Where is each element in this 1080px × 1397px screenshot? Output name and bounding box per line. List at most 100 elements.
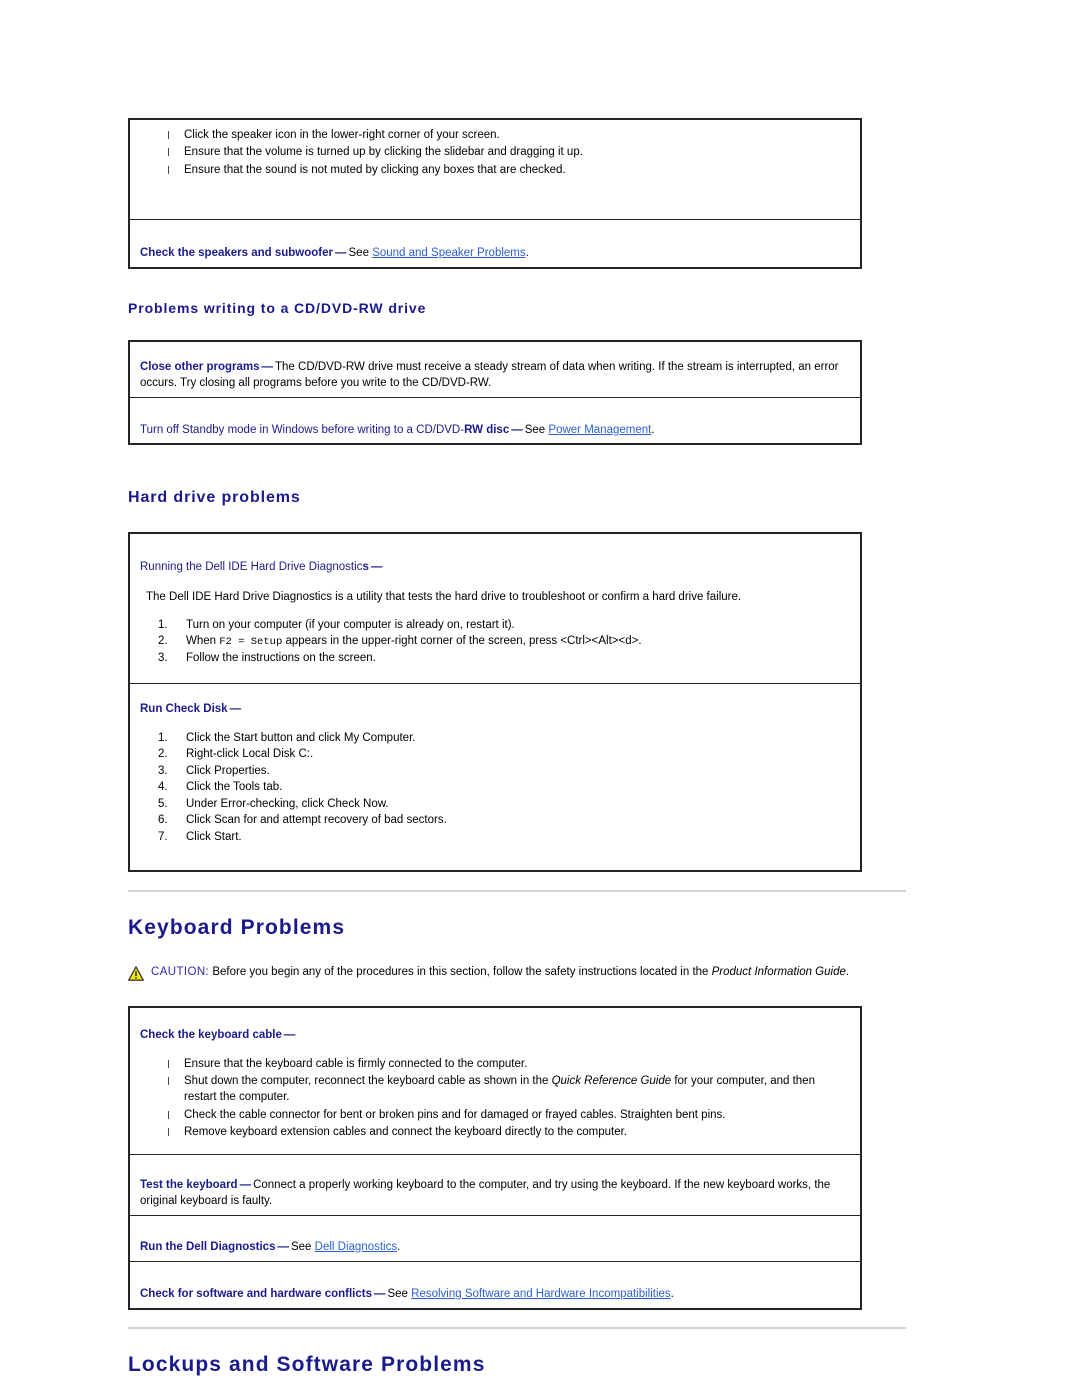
check-disk-cell: Run Check Disk — Click the Start button a… (128, 682, 862, 872)
step-text: Turn on your computer (if your computer … (186, 618, 515, 631)
hard-drive-tips-table: Running the Dell IDE Hard Drive Diagnost… (128, 531, 862, 872)
list-item: Click Start. (158, 829, 850, 846)
table-row: Close other programs — The CD/DVD-RW drive… (128, 340, 862, 398)
list-item: Check the cable connector for bent or br… (166, 1107, 850, 1123)
test-keyboard-tip: Test the keyboard — Connect a properly wor… (140, 1178, 850, 1210)
list-item-text: Ensure that the keyboard cable is firmly… (184, 1057, 528, 1070)
list-item: Turn on your computer (if your computer … (158, 617, 850, 634)
table-row: Run Check Disk — Click the Start button a… (128, 682, 862, 872)
tip-period: . (397, 1240, 401, 1253)
tip-see: See (348, 246, 369, 259)
tip-lead-plain: Running the Dell IDE Hard Drive Diagnost… (140, 560, 363, 573)
tip-dash: — (239, 1179, 252, 1192)
keyboard-tips-table: Check the keyboard cable — Ensure that th… (128, 1005, 862, 1310)
list-item: Remove keyboard extension cables and con… (166, 1124, 850, 1140)
run-diagnostics-tip: Run the Dell Diagnostics — See Dell Diagno… (140, 1240, 850, 1256)
tip-period: . (651, 423, 655, 436)
table-row: Click the speaker icon in the lower-righ… (128, 118, 862, 220)
tip-see: See (387, 1287, 408, 1300)
table-row: Test the keyboard — Connect a properly wor… (128, 1154, 862, 1216)
caution-body-after: . (845, 965, 850, 978)
list-item: Click the Start button and click My Comp… (158, 730, 850, 747)
list-item-text: Check the cable connector for bent or br… (184, 1108, 726, 1121)
table-row: Turn off Standby mode in Windows before … (128, 396, 862, 445)
heading-problems-writing-cd-dvd-rw: Problems writing to a CD/DVD-RW drive (128, 299, 427, 316)
list-item: Ensure that the volume is turned up by c… (166, 144, 850, 160)
tip-lead-bold: RW disc (464, 423, 510, 436)
list-item-text: Ensure that the sound is not muted by cl… (184, 163, 566, 176)
tip-see: See (524, 423, 546, 436)
ide-diagnostics-heading: Running the Dell IDE Hard Drive Diagnost… (140, 560, 850, 576)
step-text-post: appears in the upper-right corner of the… (282, 635, 642, 648)
table-row: Check the keyboard cable — Ensure that th… (128, 1006, 862, 1156)
caution-body-before: Before you begin any of the procedures i… (212, 965, 712, 978)
tip-lead: Test the keyboard (140, 1179, 238, 1192)
standby-tip: Turn off Standby mode in Windows before … (140, 423, 850, 439)
sound-bullet-list: Click the speaker icon in the lower-righ… (140, 127, 850, 178)
list-item: Click Properties. (158, 763, 850, 780)
standby-cell: Turn off Standby mode in Windows before … (128, 396, 862, 445)
step-text: Follow the instructions on the screen. (186, 652, 376, 665)
tip-dash: — (277, 1240, 289, 1253)
check-disk-steps: Click the Start button and click My Comp… (140, 730, 850, 846)
cd-dvd-tips-table: Close other programs — The CD/DVD-RW drive… (128, 339, 862, 445)
tip-dash: — (283, 1028, 296, 1041)
link-power-management[interactable]: Power Management (548, 424, 651, 436)
step-text: When (186, 635, 220, 648)
tip-dash: — (335, 246, 347, 259)
check-speakers-cell: Check the speakers and subwoofer — See Sou… (128, 218, 862, 269)
conflicts-tip: Check for software and hardware conflict… (140, 1287, 850, 1303)
tip-dash: — (373, 1287, 386, 1300)
tip-dash: — (261, 360, 274, 373)
heading-lockups-and-software-problems: Lockups and Software Problems (128, 1352, 486, 1376)
link-sound-and-speaker-problems[interactable]: Sound and Speaker Problems (372, 247, 525, 259)
step-text: Click the Tools tab. (186, 781, 283, 794)
link-dell-diagnostics[interactable]: Dell Diagnostics (315, 1241, 397, 1253)
tip-see: See (290, 1240, 312, 1253)
tip-dash: — (370, 560, 383, 573)
step-text: Under Error-checking, click Check Now. (186, 797, 389, 810)
tip-lead: Close other programs (140, 360, 260, 373)
tip-lead: Check for software and hardware conflict… (140, 1287, 372, 1300)
list-item-text: Click the speaker icon in the lower-righ… (184, 129, 500, 141)
caution-guide-title: Product Information Guide (711, 965, 846, 978)
caution-notice: CAUTION: Before you begin any of the pro… (128, 965, 912, 981)
list-item-text: Shut down the computer, reconnect the ke… (184, 1074, 552, 1087)
close-programs-tip: Close other programs — The CD/DVD-RW drive… (140, 360, 850, 392)
tip-lead: Check the keyboard cable (140, 1028, 282, 1041)
step-text: Click Start. (186, 830, 242, 843)
speakers-tips-table: Click the speaker icon in the lower-righ… (128, 118, 862, 269)
test-keyboard-cell: Test the keyboard — Connect a properly wor… (128, 1154, 862, 1216)
link-resolving-software-hardware-incompatibilities[interactable]: Resolving Software and Hardware Incompat… (411, 1288, 671, 1300)
document-page: Click the speaker icon in the lower-righ… (0, 0, 1080, 1397)
heading-hard-drive-problems: Hard drive problems (128, 488, 301, 506)
list-item: Click the Tools tab. (158, 779, 850, 796)
top-spacer (128, 0, 912, 118)
check-disk-heading: Run Check Disk — (140, 702, 850, 718)
keyboard-cable-cell: Check the keyboard cable — Ensure that th… (128, 1006, 862, 1156)
ide-diagnostics-steps: Turn on your computer (if your computer … (140, 617, 850, 667)
tip-lead: Run the Dell Diagnostics (140, 1240, 276, 1253)
table-row: Check for software and hardware conflict… (128, 1260, 862, 1310)
list-item: Ensure that the keyboard cable is firmly… (166, 1056, 850, 1072)
page-content: Click the speaker icon in the lower-righ… (128, 0, 912, 1377)
tip-lead: Run Check Disk (140, 702, 228, 715)
sound-bullets-cell: Click the speaker icon in the lower-righ… (128, 118, 862, 220)
heading-keyboard-problems: Keyboard Problems (128, 915, 346, 939)
list-item: Under Error-checking, click Check Now. (158, 796, 850, 813)
list-item: Shut down the computer, reconnect the ke… (166, 1073, 850, 1106)
step-mono-text: F2 = Setup (219, 636, 283, 649)
list-item-text: Remove keyboard extension cables and con… (184, 1125, 628, 1138)
